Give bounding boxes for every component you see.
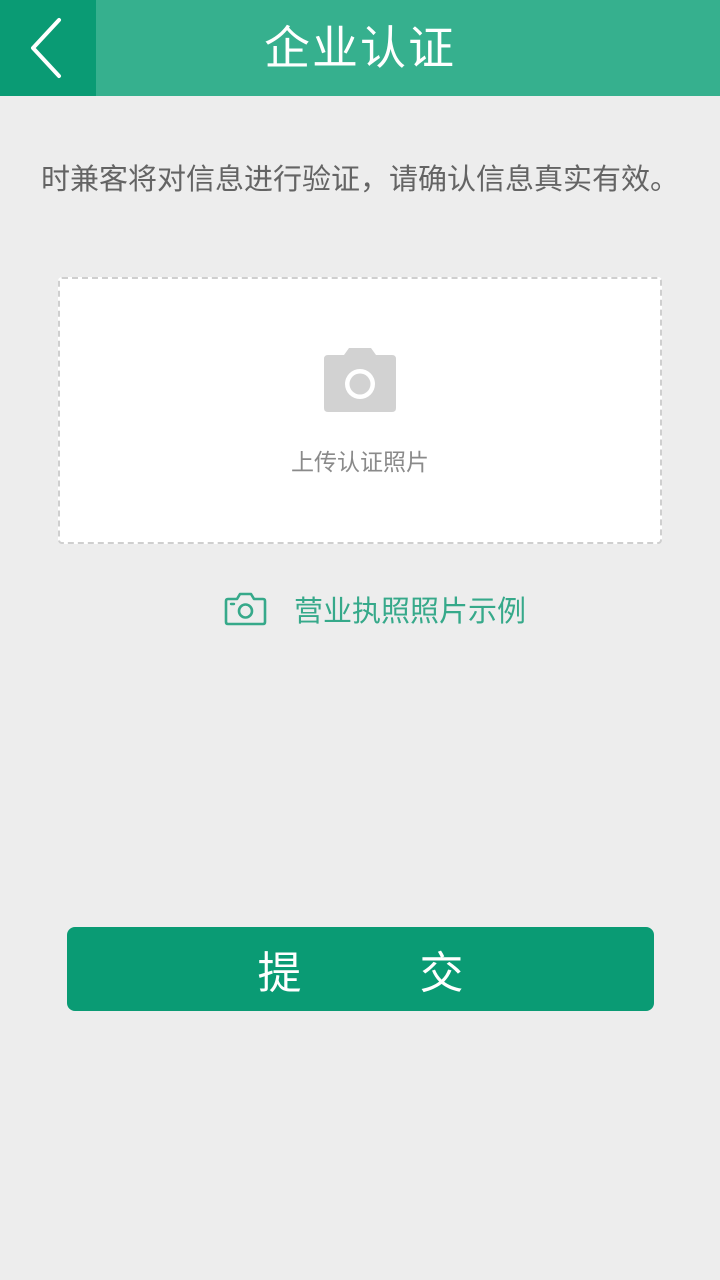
back-button[interactable] — [0, 0, 96, 96]
license-photo-example-label: 营业执照照片示例 — [294, 594, 527, 628]
chevron-left-icon — [31, 18, 61, 78]
top-bar: 企业认证 — [0, 0, 720, 96]
verification-notice: 时兼客将对信息进行验证，请确认信息真实有效。 — [40, 162, 679, 196]
submit-button-label-part-2: 交 — [419, 948, 464, 999]
license-photo-example-link[interactable]: 营业执照照片示例 — [224, 588, 526, 630]
camera-outline-icon — [224, 592, 267, 626]
upload-photo-area[interactable]: 上传认证照片 — [58, 277, 662, 544]
page-title: 企业认证 — [264, 21, 456, 75]
upload-photo-label: 上传认证照片 — [291, 450, 429, 476]
camera-icon — [324, 348, 396, 412]
submit-button-label-part-1: 提 — [257, 948, 302, 999]
submit-button[interactable]: 提 交 — [67, 927, 654, 1011]
